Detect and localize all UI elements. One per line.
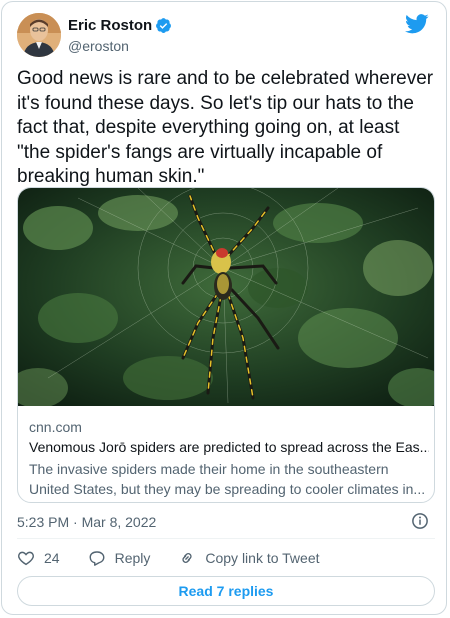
- link-domain: cnn.com: [29, 419, 82, 435]
- link-preview-image: [18, 188, 434, 406]
- verified-badge-icon: [156, 18, 172, 33]
- link-description: The invasive spiders made their home in …: [29, 461, 426, 497]
- author-name-text: Eric Roston: [68, 17, 153, 34]
- divider: [17, 538, 435, 539]
- reply-bubble-icon: [89, 551, 105, 566]
- tweet-card[interactable]: Eric Roston @eroston Good news is rare a…: [1, 1, 447, 615]
- reply-label: Reply: [114, 550, 151, 566]
- copy-link-label: Copy link to Tweet: [205, 550, 320, 566]
- author-handle[interactable]: @eroston: [68, 38, 129, 54]
- info-icon[interactable]: [411, 512, 429, 530]
- read-replies-label: Read 7 replies: [178, 583, 274, 599]
- heart-icon: [18, 551, 34, 566]
- like-count: 24: [44, 550, 60, 566]
- link-title: Venomous Jorō spiders are predicted to s…: [29, 439, 429, 455]
- link-preview-card[interactable]: cnn.com Venomous Jorō spiders are predic…: [17, 187, 435, 503]
- avatar[interactable]: [17, 13, 61, 57]
- twitter-bird-icon[interactable]: [405, 14, 429, 34]
- author-name[interactable]: Eric Roston: [68, 17, 172, 34]
- action-bar: 24 Reply Copy link to Tweet: [17, 548, 348, 568]
- tweet-timestamp[interactable]: 5:23 PM · Mar 8, 2022: [17, 514, 156, 530]
- read-replies-button[interactable]: Read 7 replies: [17, 576, 435, 606]
- copy-link-button[interactable]: Copy link to Tweet: [178, 549, 320, 567]
- link-icon: [182, 553, 192, 563]
- tweet-text: Good news is rare and to be celebrated w…: [17, 68, 439, 187]
- like-button[interactable]: 24: [17, 549, 60, 567]
- reply-button[interactable]: Reply: [88, 549, 151, 567]
